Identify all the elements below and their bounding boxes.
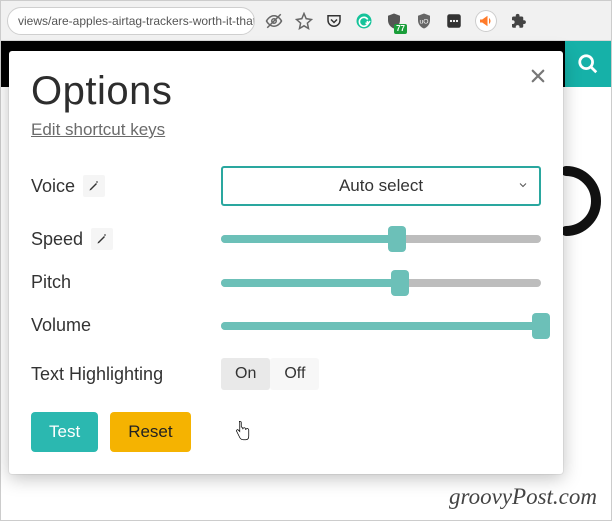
highlight-on-button[interactable]: On xyxy=(221,358,270,390)
volume-slider-thumb[interactable] xyxy=(532,313,550,339)
site-search-button[interactable] xyxy=(565,41,611,87)
highlight-off-button[interactable]: Off xyxy=(270,358,319,390)
speed-edit-button[interactable] xyxy=(91,228,113,250)
label-speed-text: Speed xyxy=(31,229,83,250)
shield-badge-number: 77 xyxy=(394,24,407,34)
reader-eye-icon[interactable] xyxy=(265,12,283,30)
label-text-highlighting: Text Highlighting xyxy=(31,364,221,385)
row-speed: Speed xyxy=(31,228,541,250)
reset-button[interactable]: Reset xyxy=(110,412,190,452)
panel-title: Options xyxy=(31,69,541,114)
grammarly-icon[interactable] xyxy=(355,12,373,30)
speed-slider-fill xyxy=(221,235,397,243)
watermark: groovyPost.com xyxy=(449,484,597,510)
label-highlight-text: Text Highlighting xyxy=(31,364,163,385)
edit-shortcut-keys-link[interactable]: Edit shortcut keys xyxy=(31,120,165,140)
label-volume-text: Volume xyxy=(31,315,91,336)
pencil-icon xyxy=(88,180,100,192)
label-volume: Volume xyxy=(31,315,221,336)
omnibox-url: views/are-apples-airtag-trackers-worth-i… xyxy=(18,14,255,28)
speed-slider-thumb[interactable] xyxy=(388,226,406,252)
pencil-icon xyxy=(96,233,108,245)
pitch-slider[interactable] xyxy=(221,273,541,293)
voice-edit-button[interactable] xyxy=(83,175,105,197)
chevron-down-icon xyxy=(517,176,529,196)
test-button[interactable]: Test xyxy=(31,412,98,452)
browser-chrome-bar: views/are-apples-airtag-trackers-worth-i… xyxy=(1,1,611,41)
action-row: Test Reset xyxy=(31,412,541,452)
pitch-slider-thumb[interactable] xyxy=(391,270,409,296)
chrome-toolbar-icons: 77 uO xyxy=(265,10,527,32)
pitch-slider-fill xyxy=(221,279,400,287)
megaphone-extension-icon[interactable] xyxy=(475,10,497,32)
close-icon xyxy=(529,67,547,85)
search-icon xyxy=(577,53,599,75)
star-icon[interactable] xyxy=(295,12,313,30)
label-voice: Voice xyxy=(31,175,221,197)
label-voice-text: Voice xyxy=(31,176,75,197)
voice-select[interactable]: Auto select xyxy=(221,166,541,206)
volume-slider[interactable] xyxy=(221,316,541,336)
svg-text:uO: uO xyxy=(419,18,428,25)
speed-slider[interactable] xyxy=(221,229,541,249)
voice-select-value: Auto select xyxy=(339,176,423,196)
extensions-puzzle-icon[interactable] xyxy=(509,12,527,30)
label-pitch: Pitch xyxy=(31,272,221,293)
highlight-toggle-group: On Off xyxy=(221,358,319,390)
label-pitch-text: Pitch xyxy=(31,272,71,293)
row-voice: Voice Auto select xyxy=(31,166,541,206)
row-volume: Volume xyxy=(31,315,541,336)
options-panel: Options Edit shortcut keys Voice Auto se… xyxy=(9,51,563,474)
shield-badge-icon[interactable]: 77 xyxy=(385,12,403,30)
pocket-icon[interactable] xyxy=(325,12,343,30)
row-text-highlighting: Text Highlighting On Off xyxy=(31,358,541,390)
ublock-icon[interactable]: uO xyxy=(415,12,433,30)
row-pitch: Pitch xyxy=(31,272,541,293)
omnibox[interactable]: views/are-apples-airtag-trackers-worth-i… xyxy=(7,7,255,35)
page-background-glyph xyxy=(561,161,611,241)
dots-square-icon[interactable] xyxy=(445,12,463,30)
volume-slider-fill xyxy=(221,322,541,330)
label-speed: Speed xyxy=(31,228,221,250)
close-button[interactable] xyxy=(527,65,549,87)
